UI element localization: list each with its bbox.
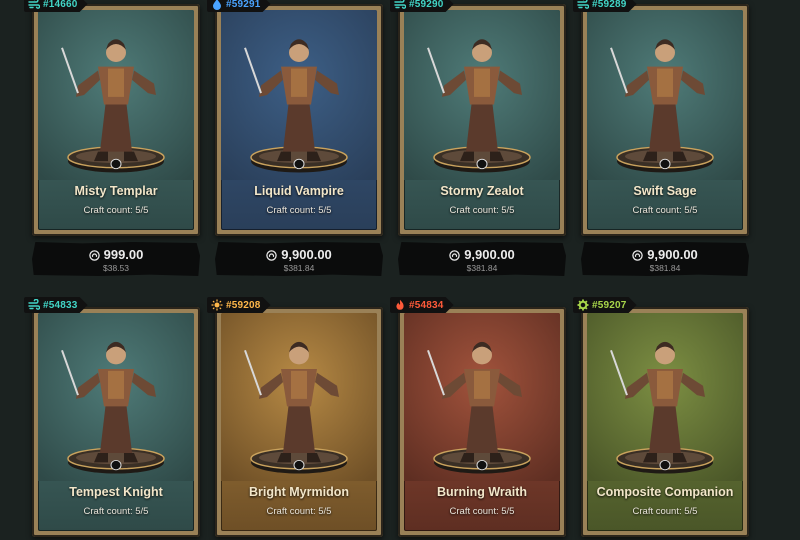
wind-icon [28,299,40,311]
card-id: #54834 [409,299,444,311]
hero-figure [221,10,377,180]
craft-count: Craft count: 5/5 [449,506,515,517]
hero-figure [38,10,194,180]
craft-count: Craft count: 5/5 [266,506,332,517]
hero-figure [404,313,560,481]
sun-icon [211,299,223,311]
hero-figure [587,10,743,180]
element-tag: #59208 [207,297,271,313]
hero-name: Liquid Vampire [254,184,344,198]
card-art: Liquid Vampire Craft count: 5/5 [221,10,377,230]
hero-name: Burning Wraith [436,485,528,499]
price-value: 9,900.00 [464,247,515,262]
hero-card[interactable]: Tempest Knight Craft count: 5/5 [32,307,200,537]
craft-count: Craft count: 5/5 [266,205,332,216]
hero-card[interactable]: Bright Myrmidon Craft count: 5/5 [215,307,383,537]
wind-icon [394,0,406,10]
hero-card[interactable]: Composite Companion Craft count: 5/5 [581,307,749,537]
card-art: Burning Wraith Craft count: 5/5 [404,313,560,531]
craft-count: Craft count: 5/5 [632,205,698,216]
hero-figure [404,10,560,180]
price-value: 9,900.00 [281,247,332,262]
card-id: #59208 [226,299,261,311]
hero-name: Tempest Knight [69,485,163,499]
hero-name: Composite Companion [596,485,734,499]
hero-name: Swift Sage [633,184,697,198]
element-tag: #59291 [207,0,271,12]
gear-icon [577,299,589,311]
card-id: #59291 [226,0,261,10]
price-usd: $38.53 [103,263,129,273]
hero-figure [587,313,743,481]
element-tag: #54834 [390,297,454,313]
coin-icon [449,249,460,261]
hero-name: Bright Myrmidon [249,485,349,499]
element-tag: #59289 [573,0,637,12]
card-art: Composite Companion Craft count: 5/5 [587,313,743,531]
price-usd: $381.84 [649,263,681,273]
hero-card[interactable]: Liquid Vampire Craft count: 5/5 [215,4,383,236]
craft-count: Craft count: 5/5 [632,506,698,517]
hero-card[interactable]: Misty Templar Craft count: 5/5 [32,4,200,236]
coin-icon [88,249,100,261]
price-value: 9,900.00 [647,247,698,262]
card-id: #59290 [409,0,444,10]
card-id: #59289 [592,0,627,10]
wind-icon [28,0,40,10]
hero-name: Misty Templar [74,184,158,198]
element-tag: #14660 [24,0,88,12]
price-box[interactable]: 9,900.00 $381.84 [215,242,383,276]
craft-count: Craft count: 5/5 [449,205,515,216]
card-art: Swift Sage Craft count: 5/5 [587,10,743,230]
hero-card[interactable]: Swift Sage Craft count: 5/5 [581,4,749,236]
fire-icon [394,299,406,311]
card-art: Misty Templar Craft count: 5/5 [38,10,194,230]
price-usd: $381.84 [466,263,498,273]
element-tag: #59207 [573,297,637,313]
price-box[interactable]: 9,900.00 $381.84 [581,242,749,276]
hero-card[interactable]: Stormy Zealot Craft count: 5/5 [398,4,566,236]
card-art: Bright Myrmidon Craft count: 5/5 [221,313,377,531]
craft-count: Craft count: 5/5 [83,506,149,517]
price-box[interactable]: 999.00 $38.53 [32,242,200,276]
card-id: #59207 [592,299,627,311]
price-box[interactable]: 9,900.00 $381.84 [398,242,566,276]
element-tag: #59290 [390,0,454,12]
price-usd: $381.84 [283,263,315,273]
card-id: #14660 [43,0,78,10]
card-art: Tempest Knight Craft count: 5/5 [38,313,194,531]
hero-name: Stormy Zealot [440,184,524,198]
card-grid: #14660 Misty Templar Craft count: 5/5 99… [0,0,800,540]
hero-card[interactable]: Burning Wraith Craft count: 5/5 [398,307,566,537]
craft-count: Craft count: 5/5 [83,205,149,216]
water-icon [211,0,223,10]
wind-icon [577,0,589,10]
coin-icon [632,249,643,261]
price-value: 999.00 [103,247,144,262]
coin-icon [266,249,277,261]
card-art: Stormy Zealot Craft count: 5/5 [404,10,560,230]
hero-figure [38,313,194,481]
hero-figure [221,313,377,481]
card-id: #54833 [43,299,78,311]
element-tag: #54833 [24,297,88,313]
